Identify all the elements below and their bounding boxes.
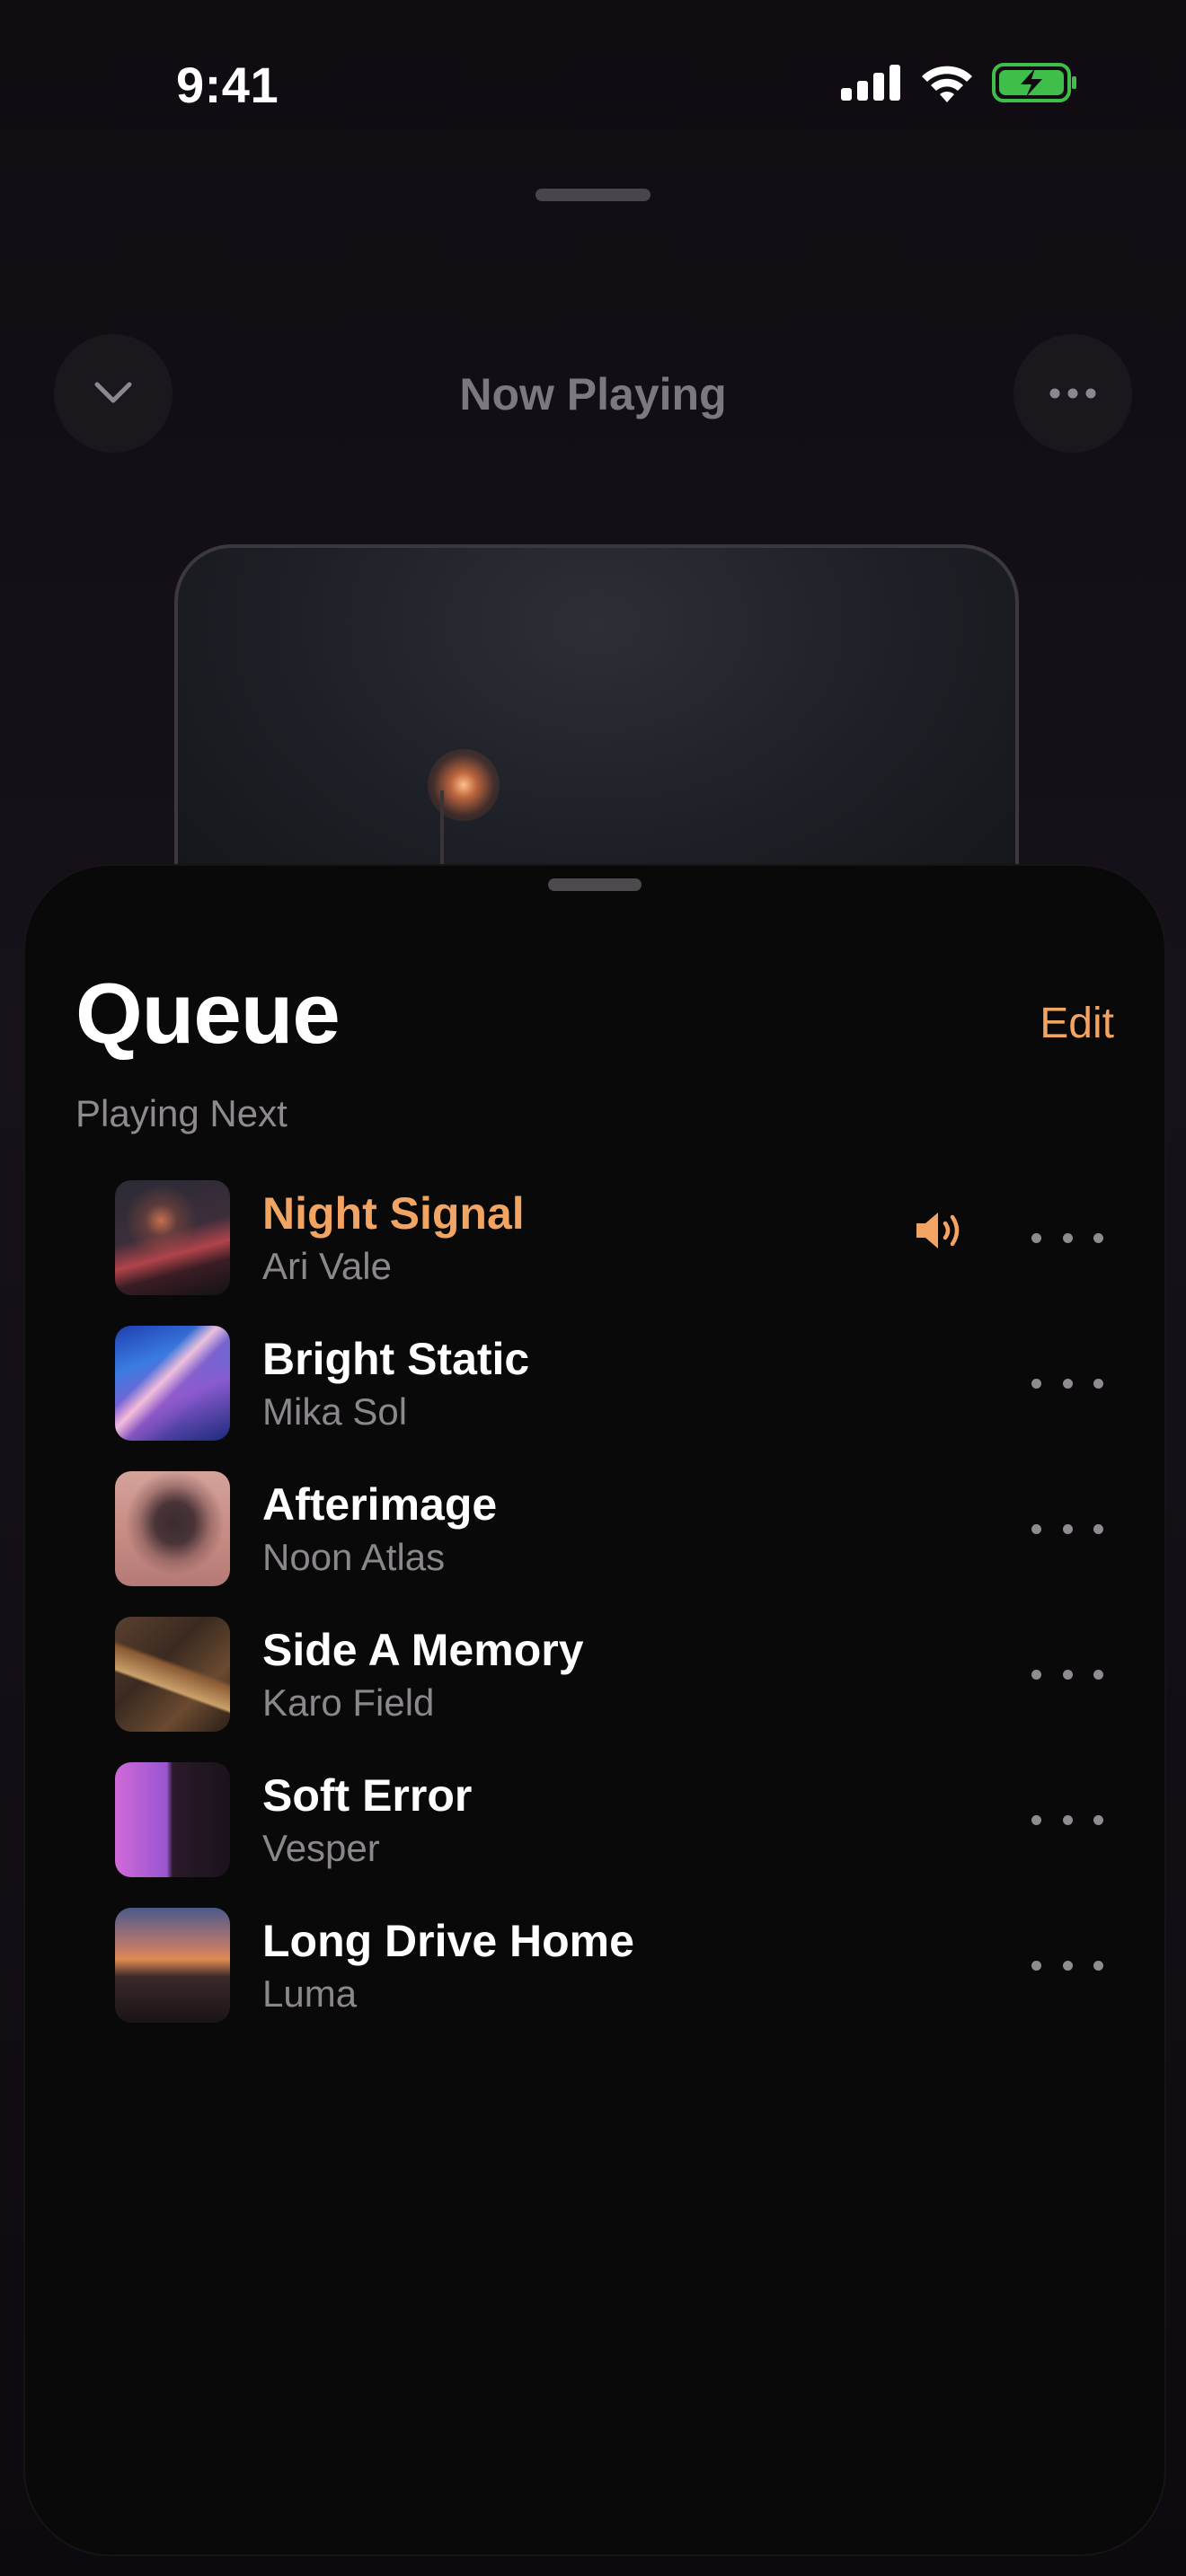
speaker-icon — [916, 1213, 960, 1248]
track-artwork — [115, 1326, 230, 1441]
sheet-grabber[interactable] — [535, 189, 651, 201]
queue-title: Queue — [75, 966, 341, 1062]
track-artist: Ari Vale — [262, 1245, 392, 1287]
track-artist: Vesper — [262, 1827, 380, 1869]
track-artist: Mika Sol — [262, 1390, 408, 1433]
track-artwork — [115, 1762, 230, 1877]
queue-row[interactable]: Night Signal Ari Vale — [115, 1175, 1103, 1301]
queue-row[interactable]: Side A Memory Karo Field — [115, 1611, 1103, 1737]
queue-row[interactable]: Soft Error Vesper — [115, 1757, 1103, 1883]
queue-sheet-handle[interactable] — [548, 878, 642, 891]
track-artist: Noon Atlas — [262, 1536, 446, 1578]
battery-charging-icon — [992, 63, 1076, 102]
wifi-icon — [922, 66, 972, 102]
track-more-button[interactable] — [1031, 1511, 1103, 1547]
edit-button[interactable]: Edit — [1040, 999, 1114, 1048]
track-artwork — [115, 1617, 230, 1732]
more-icon — [1049, 388, 1096, 399]
track-artwork — [115, 1471, 230, 1586]
track-artwork — [115, 1908, 230, 2023]
track-title: Bright Static — [262, 1334, 530, 1384]
track-artist: Karo Field — [262, 1681, 435, 1724]
track-more-button[interactable] — [1031, 1802, 1103, 1838]
now-playing-title: Now Playing — [459, 369, 727, 419]
track-title: Side A Memory — [262, 1625, 584, 1675]
artwork-light — [428, 749, 500, 821]
status-icons — [841, 63, 1078, 102]
now-playing-more-button[interactable] — [1013, 334, 1132, 453]
queue-sheet: Queue Edit Playing Next Night Signal Ari… — [23, 864, 1166, 2556]
track-more-button[interactable] — [1031, 1220, 1103, 1256]
queue-row[interactable]: Bright Static Mika Sol — [115, 1320, 1103, 1446]
track-title: Long Drive Home — [262, 1916, 634, 1966]
section-label: Playing Next — [75, 1092, 288, 1134]
track-more-button[interactable] — [1031, 1656, 1103, 1692]
queue-row[interactable]: Long Drive Home Luma — [115, 1902, 1103, 2028]
track-title: Soft Error — [262, 1770, 473, 1821]
track-title: Afterimage — [262, 1479, 498, 1530]
status-time: 9:41 — [176, 57, 279, 113]
track-artist: Luma — [262, 1972, 358, 2015]
track-title: Night Signal — [262, 1188, 525, 1239]
signal-icon — [841, 65, 900, 101]
track-more-button[interactable] — [1031, 1947, 1103, 1983]
queue-row[interactable]: Afterimage Noon Atlas — [115, 1466, 1103, 1592]
track-more-button[interactable] — [1031, 1365, 1103, 1401]
track-artwork — [115, 1180, 230, 1295]
